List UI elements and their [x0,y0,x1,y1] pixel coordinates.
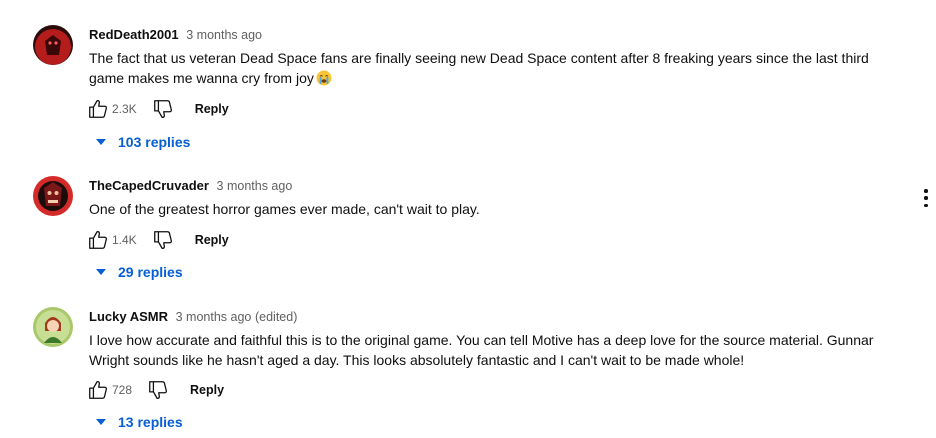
comment-text: I love how accurate and faithful this is… [89,332,874,368]
like-count: 1.4K [112,233,137,247]
thumbs-up-icon[interactable] [86,378,110,402]
view-replies-button[interactable]: 103 replies [96,134,190,150]
like-count: 728 [112,383,133,397]
avatar[interactable] [33,25,73,65]
thumbs-up-icon[interactable] [86,228,110,252]
comment-author[interactable]: RedDeath2001 [89,27,179,42]
caret-down-icon [96,419,106,425]
reply-button[interactable]: Reply [190,383,224,397]
comment-author[interactable]: Lucky ASMR [89,309,168,324]
view-replies-button[interactable]: 29 replies [96,264,183,280]
thumbs-up-icon[interactable] [86,97,110,121]
replies-count-label: 13 replies [118,414,183,430]
comment-timestamp[interactable]: 3 months ago [176,310,252,324]
thumbs-down-icon[interactable] [151,228,175,252]
reply-button[interactable]: Reply [195,233,229,247]
comment-text: One of the greatest horror games ever ma… [89,201,480,217]
avatar[interactable] [33,176,73,216]
more-vert-icon[interactable] [922,189,930,207]
comment-text: The fact that us veteran Dead Space fans… [89,48,896,91]
thumbs-down-icon[interactable] [146,378,170,402]
like-count: 2.3K [112,102,137,116]
reply-button[interactable]: Reply [195,102,229,116]
crying-face-emoji-icon [316,70,332,91]
comment-timestamp[interactable]: 3 months ago [217,179,293,193]
comment-author[interactable]: TheCapedCruvader [89,178,209,193]
avatar[interactable] [33,307,73,347]
replies-count-label: 29 replies [118,264,183,280]
replies-count-label: 103 replies [118,134,191,150]
caret-down-icon [96,269,106,275]
edited-label: (edited) [254,310,298,324]
comment-timestamp[interactable]: 3 months ago [186,28,262,42]
caret-down-icon [96,139,106,145]
view-replies-button[interactable]: 13 replies [96,414,183,430]
thumbs-down-icon[interactable] [151,97,175,121]
